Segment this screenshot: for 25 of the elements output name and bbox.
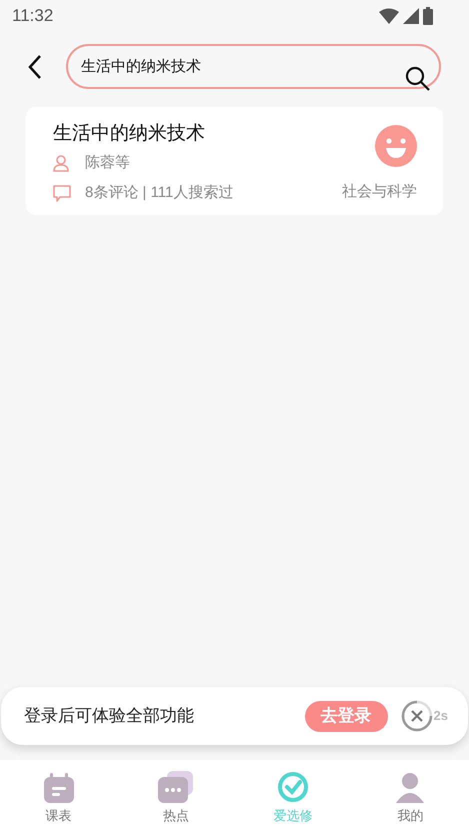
wifi-icon	[379, 8, 399, 24]
battery-icon	[423, 7, 433, 25]
person-icon	[53, 154, 69, 172]
smiley-icon	[375, 125, 417, 167]
nav-tab[interactable]: 课表	[0, 760, 118, 834]
signal-icon	[403, 8, 419, 24]
comment-icon	[53, 184, 71, 202]
author-text: 陈蓉等	[85, 152, 130, 173]
login-message: 登录后可体验全部功能	[24, 705, 195, 728]
calendar-icon	[42, 772, 75, 802]
check-circle-icon	[277, 770, 310, 802]
category-text: 社会与科学	[342, 182, 417, 202]
login-button[interactable]: 去登录	[304, 700, 388, 732]
search-icon[interactable]	[405, 66, 431, 92]
status-time: 11:32	[12, 5, 54, 28]
close-icon[interactable]	[400, 700, 433, 732]
search-field[interactable]: 生活中的纳米技术	[66, 44, 441, 89]
result-card[interactable]: 生活中的纳米技术 陈蓉等 8条评论 | 111人搜索过 社会与科学	[26, 107, 443, 215]
countdown-text: 2s	[434, 707, 448, 726]
stats-text: 8条评论 | 111人搜索过	[85, 182, 234, 203]
nav-tab[interactable]: 热点	[117, 760, 234, 834]
nav-tab[interactable]: 我的	[352, 760, 469, 834]
chat-bubble-icon	[156, 770, 195, 802]
result-title: 生活中的纳米技术	[53, 122, 206, 146]
person-icon	[394, 770, 426, 802]
